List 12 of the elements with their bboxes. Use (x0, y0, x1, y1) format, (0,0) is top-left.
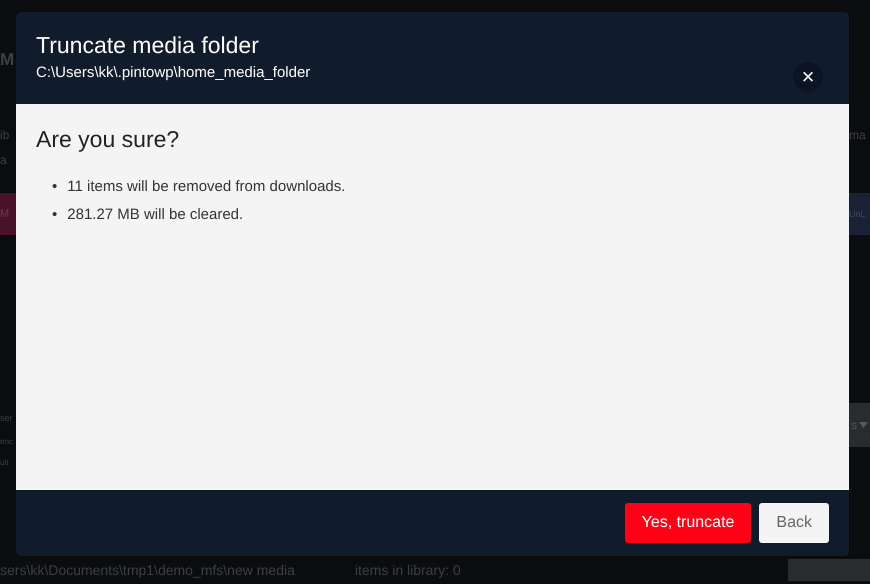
confirm-heading: Are you sure? (36, 126, 180, 153)
back-button[interactable]: Back (759, 503, 829, 543)
close-button[interactable]: × (793, 62, 823, 92)
caret-icon (859, 422, 868, 428)
list-item: 281.27 MB will be cleared. (67, 205, 244, 224)
dialog-title: Truncate media folder (36, 31, 260, 59)
bullet: • (52, 177, 58, 196)
folder-path: C:\Users\kk\.pintowp\home_media_folder (36, 64, 310, 81)
bullet: • (52, 205, 58, 224)
app-button[interactable] (788, 559, 870, 581)
truncate-button[interactable]: Yes, truncate (624, 503, 752, 543)
list-item: 11 items will be removed from downloads. (67, 177, 346, 196)
